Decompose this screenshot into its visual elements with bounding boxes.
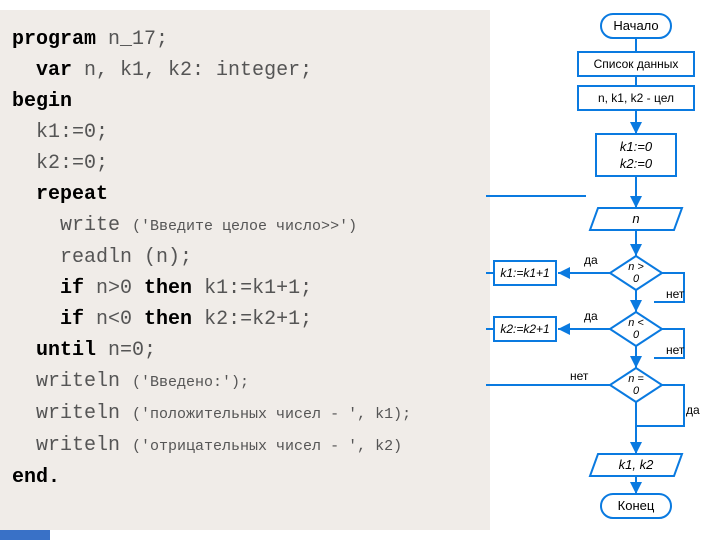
- label-yes: да: [584, 309, 598, 323]
- code-line: if n>0 then k1:=k1+1;: [12, 273, 484, 304]
- flowchart: Начало Список данных n, k1, k2 - цел k1:…: [486, 6, 718, 536]
- label-yes: да: [584, 253, 598, 267]
- kw-var: var: [36, 59, 72, 82]
- label-no: нет: [666, 343, 685, 357]
- flow-vars-label: n, k1, k2 - цел: [598, 91, 674, 105]
- svg-text:0: 0: [633, 385, 640, 397]
- code-line: until n=0;: [12, 335, 484, 366]
- svg-text:n =: n =: [628, 373, 644, 385]
- code-line: k2:=0;: [12, 148, 484, 179]
- label-yes: да: [686, 403, 700, 417]
- flow-start-label: Начало: [613, 18, 658, 33]
- flow-output-label: k1, k2: [619, 457, 654, 472]
- kw-then: then: [144, 308, 192, 331]
- flow-init1-label: k1:=0: [620, 139, 653, 154]
- flow-end-label: Конец: [618, 498, 655, 513]
- kw-if: if: [60, 308, 84, 331]
- code-line: program n_17;: [12, 24, 484, 55]
- code-line: repeat: [12, 179, 484, 210]
- code-line: if n<0 then k2:=k2+1;: [12, 304, 484, 335]
- kw-until: until: [36, 339, 96, 362]
- flow-act1-label: k1:=k1+1: [500, 266, 549, 280]
- code-line: write ('Введите целое число>>'): [12, 210, 484, 242]
- flow-datalist-label: Список данных: [594, 57, 679, 71]
- code-line: readln (n);: [12, 242, 484, 273]
- label-no: нет: [666, 287, 685, 301]
- flow-init2-label: k2:=0: [620, 156, 653, 171]
- svg-text:n <: n <: [628, 317, 644, 329]
- flow-input-label: n: [632, 211, 639, 226]
- kw-repeat: repeat: [36, 183, 108, 206]
- kw-end: end.: [12, 466, 60, 489]
- kw-program: program: [12, 28, 96, 51]
- kw-begin: begin: [12, 90, 72, 113]
- code-line: writeln ('Введено:');: [12, 366, 484, 398]
- label-no: нет: [570, 369, 589, 383]
- code-line: k1:=0;: [12, 117, 484, 148]
- code-line: end.: [12, 462, 484, 493]
- kw-if: if: [60, 277, 84, 300]
- flow-act2-label: k2:=k2+1: [500, 322, 549, 336]
- code-line: begin: [12, 86, 484, 117]
- code-line: var n, k1, k2: integer;: [12, 55, 484, 86]
- code-block: program n_17; var n, k1, k2: integer; be…: [0, 10, 490, 530]
- svg-text:0: 0: [633, 273, 640, 285]
- svg-text:0: 0: [633, 329, 640, 341]
- code-line: writeln ('положительных чисел - ', k1);: [12, 398, 484, 430]
- code-line: writeln ('отрицательных чисел - ', k2): [12, 430, 484, 462]
- svg-text:n >: n >: [628, 261, 644, 273]
- kw-then: then: [144, 277, 192, 300]
